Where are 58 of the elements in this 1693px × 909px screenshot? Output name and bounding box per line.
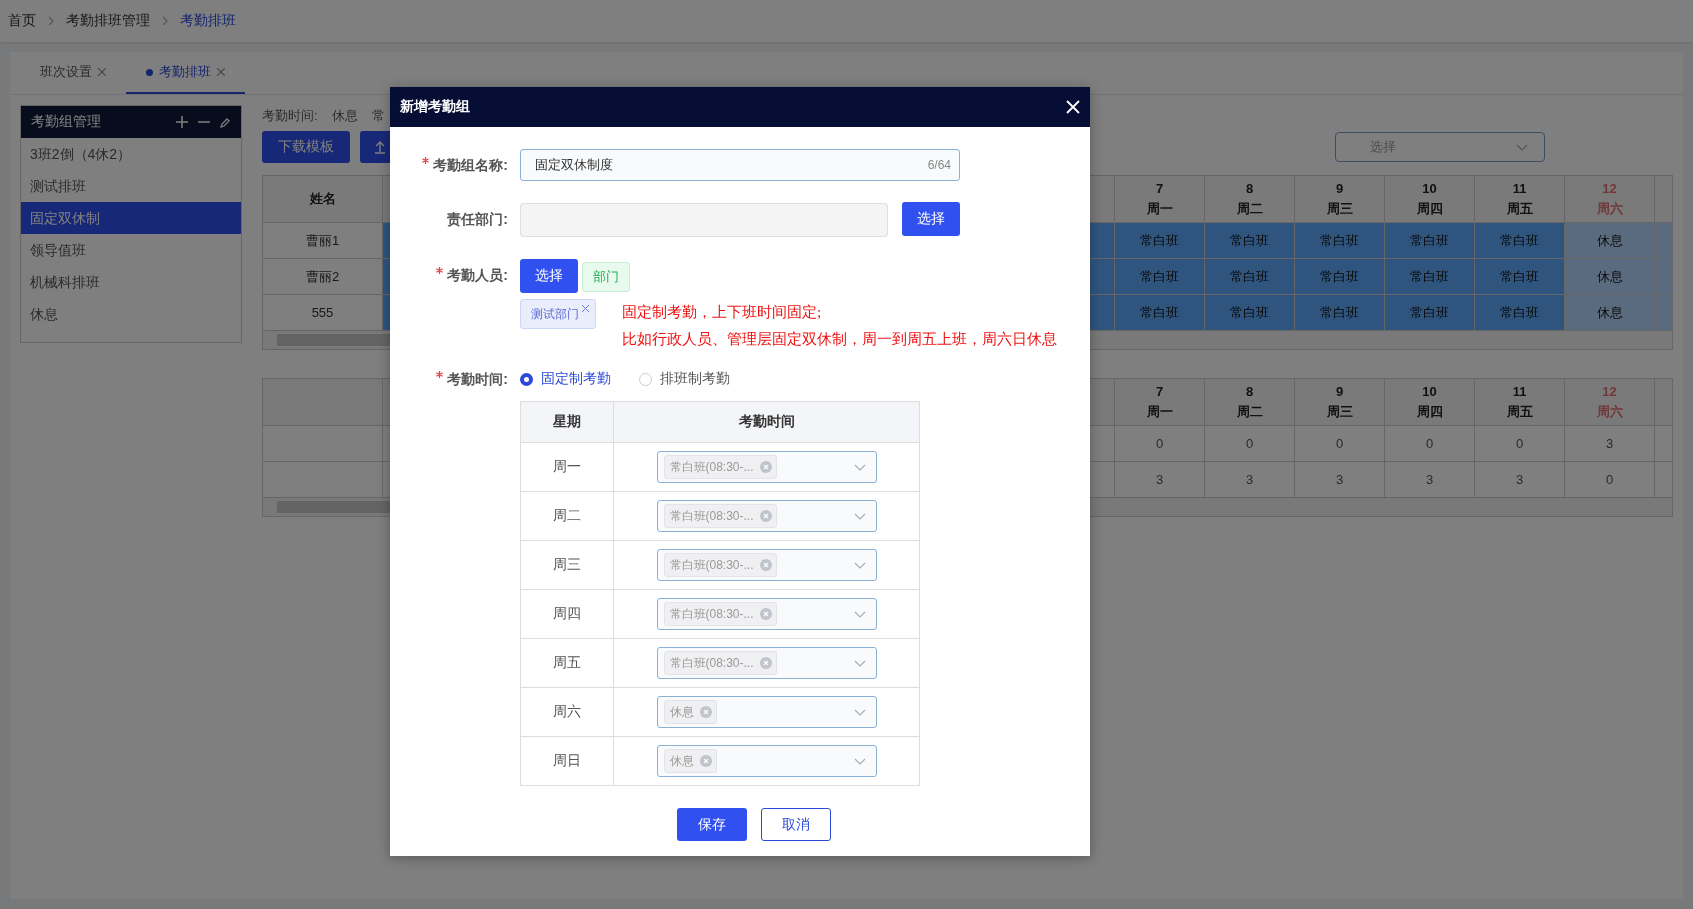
count-cell: 0 <box>1204 425 1295 462</box>
count-cell: 3 <box>1384 461 1475 498</box>
date-header: 7 周一 <box>1114 175 1205 223</box>
name-cell: 曹丽2 <box>262 258 383 295</box>
character-counter: 6/64 <box>927 158 951 172</box>
date-header: 10 周四 <box>1384 175 1475 223</box>
date-header: 7 周一 <box>1114 378 1205 426</box>
date-header: 11 周五 <box>1474 378 1565 426</box>
shift-chip: 常白班(08:30-... <box>663 455 777 479</box>
shift-chip: 常白班(08:30-... <box>663 651 777 675</box>
shift-chip: 常白班(08:30-... <box>663 553 777 577</box>
legend-item: 常 <box>371 107 385 125</box>
department-tag: 测试部门 <box>520 299 596 329</box>
field-label: 考勤时间: <box>390 363 520 395</box>
date-header: 8 周二 <box>1204 378 1295 426</box>
weekday-cell: 周四 <box>520 589 614 639</box>
count-cell: 0 <box>1294 425 1385 462</box>
note-text: 固定制考勤，上下班时间固定; <box>622 303 823 322</box>
date-header: 12 周六 <box>1564 175 1655 223</box>
shift-chip: 休息 <box>663 749 717 773</box>
weekday-cell: 周六 <box>520 687 614 737</box>
count-cell: 0 <box>1114 425 1205 462</box>
type-tag: 部门 <box>582 262 630 292</box>
count-cell: 3 <box>1204 461 1295 498</box>
count-cell: 3 <box>1294 461 1385 498</box>
date-header: 10 周四 <box>1384 378 1475 426</box>
column-header: 星期 <box>520 401 614 443</box>
field-label: 考勤人员: <box>390 259 520 291</box>
weekday-cell: 周三 <box>520 540 614 590</box>
date-header: 11 周五 <box>1474 175 1565 223</box>
legend-item: 休息 <box>331 107 358 125</box>
shift-chip: 休息 <box>663 700 717 724</box>
count-cell: 3 <box>1564 425 1655 462</box>
panel-title: 考勤组管理 <box>31 113 101 131</box>
count-cell: 3 <box>1474 461 1565 498</box>
weekday-cell: 周二 <box>520 491 614 541</box>
count-cell: 0 <box>1474 425 1565 462</box>
column-header: 姓名 <box>262 175 383 223</box>
count-cell: 3 <box>1114 461 1205 498</box>
column-header: 考勤时间 <box>613 401 920 443</box>
weekday-cell: 周一 <box>520 442 614 492</box>
weekday-cell: 周五 <box>520 638 614 688</box>
shift-chip: 常白班(08:30-... <box>663 602 777 626</box>
shift-chip: 常白班(08:30-... <box>663 504 777 528</box>
note-text: 比如行政人员、管理层固定双休制，周一到周五上班，周六日休息 <box>622 330 1057 349</box>
name-cell: 555 <box>262 294 383 331</box>
date-header: 12 周六 <box>1564 378 1655 426</box>
name-cell: 曹丽1 <box>262 222 383 259</box>
count-cell: 0 <box>1384 425 1475 462</box>
date-header: 8 周二 <box>1204 175 1295 223</box>
date-header: 9 周三 <box>1294 175 1385 223</box>
dialog-title: 新增考勤组 <box>400 98 470 116</box>
legend-label: 考勤时间: <box>262 107 318 125</box>
date-header: 9 周三 <box>1294 378 1385 426</box>
count-cell: 0 <box>1564 461 1655 498</box>
field-label: 考勤组名称: <box>390 149 520 181</box>
field-label: 责任部门: <box>446 210 509 229</box>
weekday-cell: 周日 <box>520 736 614 786</box>
